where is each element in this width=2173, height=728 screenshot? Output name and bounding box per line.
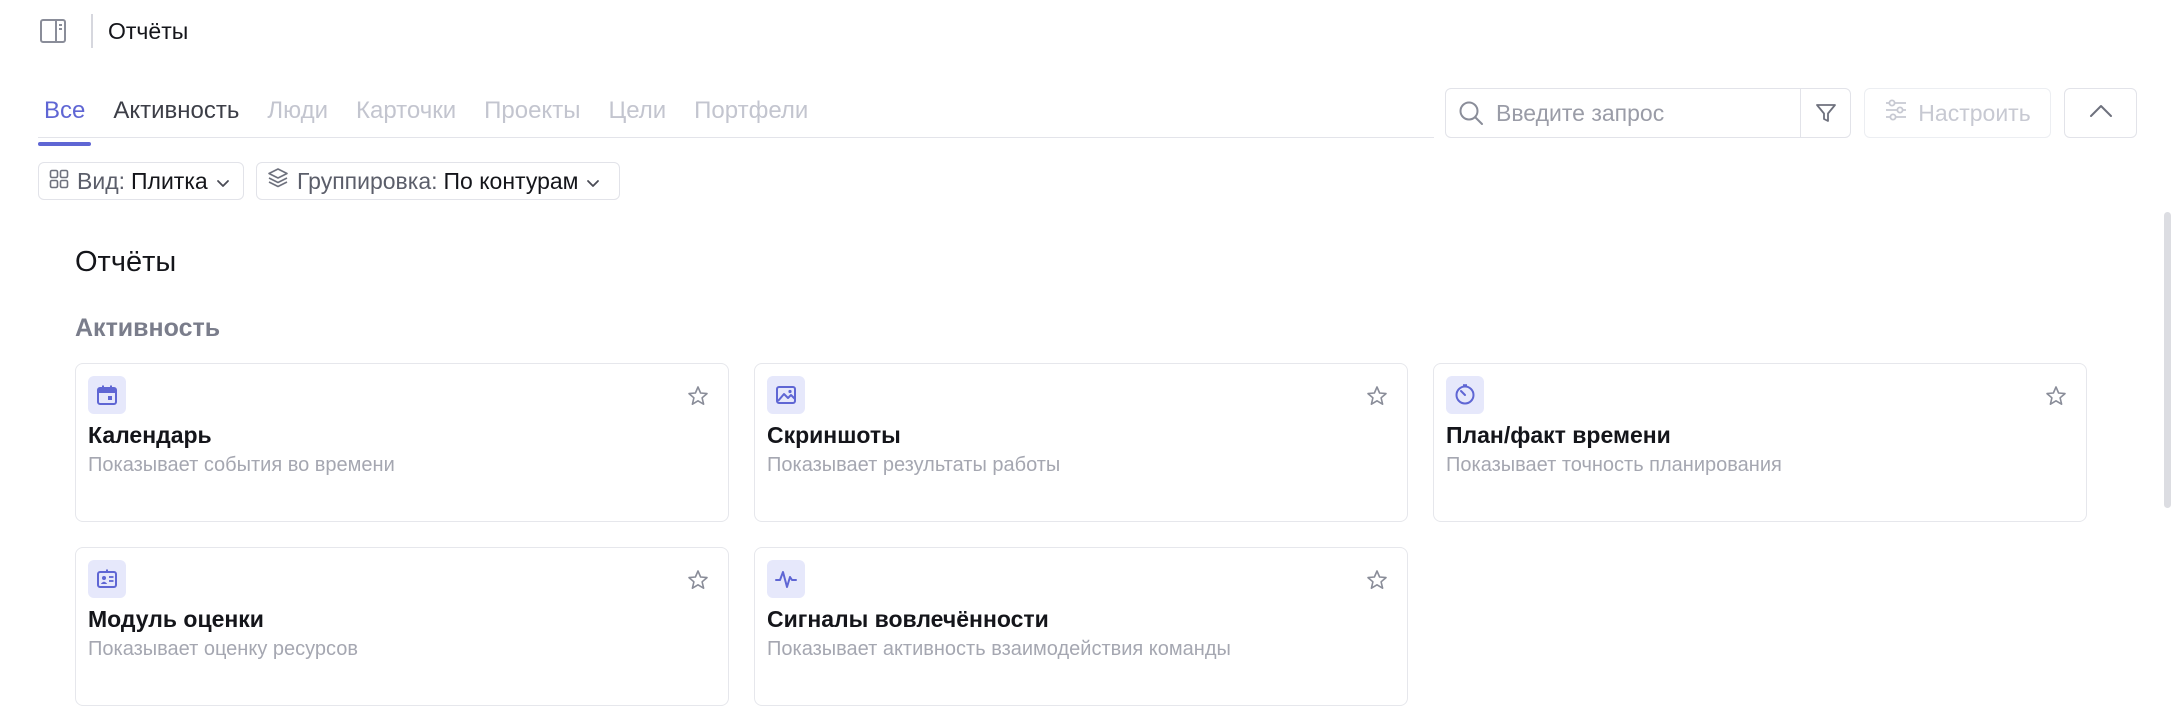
report-card-engagement[interactable]: Сигналы вовлечённости Показывает активно… [754, 547, 1408, 706]
tab-projects[interactable]: Проекты [478, 92, 586, 138]
card-title: Календарь [88, 422, 212, 448]
card-title: Модуль оценки [88, 606, 264, 632]
configure-button[interactable]: Настроить [1864, 88, 2051, 138]
chevron-down-icon [586, 168, 600, 195]
card-description: Показывает оценку ресурсов [88, 638, 358, 660]
search-icon [1446, 89, 1496, 137]
star-icon[interactable] [686, 568, 710, 592]
tab-activity[interactable]: Активность [107, 92, 245, 138]
card-title: Скриншоты [767, 422, 901, 448]
report-card-plan-fact[interactable]: План/факт времени Показывает точность пл… [1433, 363, 2087, 522]
view-mode-dropdown[interactable]: Вид: Плитка [38, 162, 244, 200]
card-description: Показывает активность взаимодействия ком… [767, 638, 1231, 660]
search-box [1445, 88, 1851, 138]
configure-label: Настроить [1918, 99, 2031, 126]
calendar-icon [88, 376, 126, 414]
pulse-icon [767, 560, 805, 598]
tab-cards[interactable]: Карточки [350, 92, 462, 138]
group-title: Активность [75, 314, 221, 342]
collapse-button[interactable] [2064, 88, 2137, 138]
layers-icon [267, 167, 289, 195]
topbar-divider [91, 14, 93, 48]
chevron-up-icon [2089, 104, 2113, 123]
star-icon[interactable] [1365, 568, 1389, 592]
star-icon[interactable] [2044, 384, 2068, 408]
view-mode-label: Вид: [77, 167, 125, 194]
star-icon[interactable] [1365, 384, 1389, 408]
report-card-calendar[interactable]: Календарь Показывает события во времени [75, 363, 729, 522]
search-input[interactable] [1496, 99, 1796, 127]
top-bar: Отчёты [0, 0, 2173, 62]
tab-people[interactable]: Люди [261, 92, 334, 138]
tab-goals[interactable]: Цели [602, 92, 672, 138]
tab-all[interactable]: Все [38, 92, 92, 146]
view-mode-value: Плитка [131, 167, 208, 194]
timer-icon [1446, 376, 1484, 414]
card-description: Показывает точность планирования [1446, 454, 1782, 476]
sidebar-panel-icon[interactable] [38, 17, 68, 45]
card-description: Показывает результаты работы [767, 454, 1061, 476]
sliders-icon [1884, 99, 1908, 127]
grid-icon [49, 168, 69, 195]
breadcrumb: Отчёты [108, 18, 189, 44]
id-card-icon [88, 560, 126, 598]
star-icon[interactable] [686, 384, 710, 408]
card-description: Показывает события во времени [88, 454, 395, 476]
filter-icon[interactable] [1800, 89, 1850, 137]
page-title: Отчёты [75, 246, 177, 278]
grouping-value: По контурам [443, 167, 579, 194]
report-card-evaluation[interactable]: Модуль оценки Показывает оценку ресурсов [75, 547, 729, 706]
tabs-divider [38, 137, 1434, 138]
grouping-dropdown[interactable]: Группировка: По контурам [256, 162, 620, 200]
image-icon [767, 376, 805, 414]
card-title: Сигналы вовлечённости [767, 606, 1049, 632]
chevron-down-icon [216, 168, 230, 195]
grouping-label: Группировка: [297, 167, 438, 194]
scrollbar[interactable] [2164, 212, 2171, 508]
report-card-screenshots[interactable]: Скриншоты Показывает результаты работы [754, 363, 1408, 522]
card-title: План/факт времени [1446, 422, 1671, 448]
tab-portfolios[interactable]: Портфели [688, 92, 814, 138]
tab-bar: Все Активность Люди Карточки Проекты Цел… [38, 92, 830, 146]
